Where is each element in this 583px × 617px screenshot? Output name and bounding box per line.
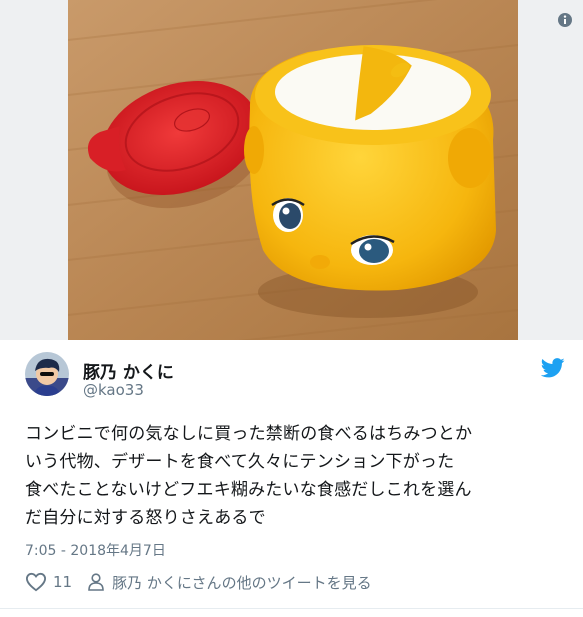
timestamp-link[interactable]: 7:05 - 2018年4月7日 <box>25 540 166 560</box>
tweet-header: 豚乃 かくに @kao33 <box>25 352 565 402</box>
tweet-text: コンビニで何の気なしに買った禁断の食べるはちみつとか いう代物、デザートを食べて… <box>25 420 560 532</box>
person-icon <box>88 573 104 591</box>
tweet-text-line: だ自分に対する怒りさえあるで <box>25 508 266 528</box>
tweet-photo[interactable] <box>68 0 518 340</box>
tweet-media[interactable] <box>0 0 583 340</box>
tweet-text-line: いう代物、デザートを食べて久々にテンション下がった <box>25 452 455 472</box>
display-name[interactable]: 豚乃 かくに <box>83 358 174 383</box>
card-bottom-border <box>0 608 583 609</box>
tweet-text-line: 食べたことないけどフエキ糊みたいな食感だしこれを選ん <box>25 480 472 500</box>
tweet-text-line: コンビニで何の気なしに買った禁断の食べるはちみつとか <box>25 424 473 444</box>
embedded-tweet-card: 豚乃 かくに @kao33 コンビニで何の気なしに買った禁断の食べるはちみつとか… <box>0 0 583 617</box>
info-icon[interactable] <box>557 12 573 28</box>
heart-icon[interactable] <box>25 572 47 592</box>
more-tweets-link[interactable]: 豚乃 かくにさんの他のツイートを見る <box>112 572 371 593</box>
tweet-actions: 11 豚乃 かくにさんの他のツイートを見る <box>25 570 372 594</box>
like-count[interactable]: 11 <box>53 573 72 591</box>
user-handle[interactable]: @kao33 <box>83 381 144 399</box>
avatar[interactable] <box>25 352 69 396</box>
twitter-bird-icon[interactable] <box>541 358 565 378</box>
